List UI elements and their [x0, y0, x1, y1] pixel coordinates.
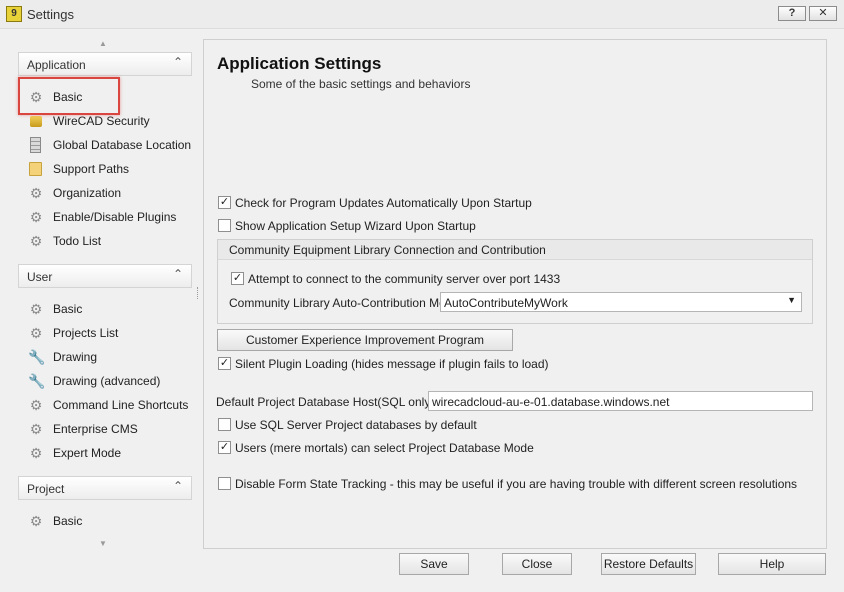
db-host-label: Default Project Database Host(SQL only)	[216, 395, 435, 409]
sidebar-item-command-line-shortcuts[interactable]: ⚙ Command Line Shortcuts	[26, 395, 192, 415]
community-connect-label: Attempt to connect to the community serv…	[248, 272, 561, 286]
disable-form-tracking-checkbox[interactable]	[218, 477, 231, 490]
show-wizard-checkbox[interactable]	[218, 219, 231, 232]
restore-defaults-button[interactable]: Restore Defaults	[601, 553, 696, 575]
sidebar-item-support-paths[interactable]: Support Paths	[26, 159, 192, 179]
group-header-application[interactable]: Application ⌃	[18, 52, 192, 76]
gear-icon: ⚙	[29, 445, 43, 461]
sidebar-item-label: Enterprise CMS	[53, 422, 138, 436]
sidebar-item-label: Basic	[53, 90, 83, 104]
gear-icon: ⚙	[29, 185, 43, 201]
title-bar: 9 Settings ? ✕	[0, 0, 844, 29]
sidebar-item-user-basic[interactable]: ⚙ Basic	[26, 299, 192, 319]
sidebar-item-project-basic[interactable]: ⚙ Basic	[26, 511, 192, 531]
sidebar-item-label: Projects List	[53, 326, 119, 340]
use-sql-checkbox[interactable]	[218, 418, 231, 431]
wrench-icon: 🔧	[28, 373, 46, 389]
sidebar-item-global-database-location[interactable]: Global Database Location	[26, 135, 192, 155]
ceip-button[interactable]: Customer Experience Improvement Program	[217, 329, 513, 351]
sidebar-item-label: Organization	[53, 186, 122, 200]
sidebar-item-label: Basic	[53, 514, 83, 528]
splitter-handle[interactable]	[197, 287, 200, 299]
sidebar-item-label: Support Paths	[53, 162, 130, 176]
chevron-up-icon[interactable]: ⌃	[173, 267, 183, 281]
sidebar-item-label: Basic	[53, 302, 83, 316]
sidebar-item-label: Drawing (advanced)	[53, 374, 161, 388]
sidebar-item-wirecad-security[interactable]: WireCAD Security	[26, 111, 192, 131]
sidebar-item-projects-list[interactable]: ⚙ Projects List	[26, 323, 192, 343]
gear-icon: ⚙	[29, 325, 43, 341]
gear-icon: ⚙	[29, 421, 43, 437]
sidebar-item-label: Enable/Disable Plugins	[53, 210, 177, 224]
lock-icon	[30, 116, 42, 127]
gear-icon: ⚙	[29, 513, 43, 529]
community-connect-checkbox[interactable]: ✓	[231, 272, 244, 285]
db-host-value: wirecadcloud-au-e-01.database.windows.ne…	[432, 395, 670, 409]
sidebar-item-organization[interactable]: ⚙ Organization	[26, 183, 192, 203]
gear-icon: ⚙	[29, 209, 43, 225]
contribution-mode-value: AutoContributeMyWork	[444, 296, 568, 310]
sidebar-item-todo-list[interactable]: ⚙ Todo List	[26, 231, 192, 251]
sidebar-item-drawing-advanced[interactable]: 🔧 Drawing (advanced)	[26, 371, 192, 391]
check-updates-checkbox[interactable]: ✓	[218, 196, 231, 209]
group-label: Project	[27, 482, 65, 496]
close-window-button[interactable]: ✕	[809, 6, 837, 21]
app-icon: 9	[6, 6, 22, 22]
gear-icon: ⚙	[29, 89, 43, 105]
help-button[interactable]: Help	[718, 553, 826, 575]
window-title: Settings	[27, 7, 74, 22]
scroll-down-icon[interactable]: ▼	[98, 540, 108, 548]
users-select-db-mode-label: Users (mere mortals) can select Project …	[235, 441, 534, 455]
gear-icon: ⚙	[29, 397, 43, 413]
community-group-title: Community Equipment Library Connection a…	[229, 243, 546, 257]
close-button[interactable]: Close	[502, 553, 572, 575]
gear-icon: ⚙	[29, 301, 43, 317]
database-icon	[30, 137, 41, 153]
disable-form-tracking-label: Disable Form State Tracking - this may b…	[235, 477, 798, 491]
users-select-db-mode-checkbox[interactable]: ✓	[218, 441, 231, 454]
sidebar-item-enable-disable-plugins[interactable]: ⚙ Enable/Disable Plugins	[26, 207, 192, 227]
db-host-input[interactable]: wirecadcloud-au-e-01.database.windows.ne…	[428, 391, 813, 411]
sidebar-item-label: Drawing	[53, 350, 98, 364]
group-header-project[interactable]: Project ⌃	[18, 476, 192, 500]
help-window-button[interactable]: ?	[778, 6, 806, 21]
settings-panel: Application Settings Some of the basic s…	[203, 39, 827, 549]
community-library-group: Community Equipment Library Connection a…	[217, 239, 813, 324]
group-label: User	[27, 270, 53, 284]
group-header-user[interactable]: User ⌃	[18, 264, 192, 288]
sidebar-item-expert-mode[interactable]: ⚙ Expert Mode	[26, 443, 192, 463]
group-label: Application	[27, 58, 86, 72]
sidebar-item-label: Command Line Shortcuts	[53, 398, 189, 412]
chevron-up-icon[interactable]: ⌃	[173, 55, 183, 69]
contribution-mode-label: Community Library Auto-Contribution Mode	[229, 296, 460, 310]
wrench-icon: 🔧	[28, 349, 46, 365]
dropdown-arrow-icon[interactable]: ▼	[787, 295, 796, 305]
save-button[interactable]: Save	[399, 553, 469, 575]
sidebar-item-label: Global Database Location	[53, 138, 192, 152]
silent-plugin-label: Silent Plugin Loading (hides message if …	[235, 357, 549, 371]
gear-icon: ⚙	[29, 233, 43, 249]
silent-plugin-checkbox[interactable]: ✓	[218, 357, 231, 370]
use-sql-label: Use SQL Server Project databases by defa…	[235, 418, 477, 432]
contribution-mode-select[interactable]: AutoContributeMyWork ▼	[440, 292, 802, 312]
show-wizard-label: Show Application Setup Wizard Upon Start…	[235, 219, 476, 233]
community-group-header: Community Equipment Library Connection a…	[218, 240, 812, 260]
check-updates-label: Check for Program Updates Automatically …	[235, 196, 532, 210]
sidebar-item-label: Todo List	[53, 234, 102, 248]
sidebar-item-drawing[interactable]: 🔧 Drawing	[26, 347, 192, 367]
chevron-up-icon[interactable]: ⌃	[173, 479, 183, 493]
scroll-up-icon[interactable]: ▲	[98, 40, 108, 48]
page-title: Application Settings	[217, 54, 382, 73]
sidebar-item-enterprise-cms[interactable]: ⚙ Enterprise CMS	[26, 419, 192, 439]
folder-icon	[29, 162, 42, 176]
settings-navigation: ▲ Application ⌃ ⚙ Basic WireCAD Security…	[18, 38, 192, 548]
sidebar-item-label: Expert Mode	[53, 446, 122, 460]
sidebar-item-label: WireCAD Security	[53, 114, 150, 128]
sidebar-item-application-basic[interactable]: ⚙ Basic	[26, 87, 192, 107]
page-subtitle: Some of the basic settings and behaviors	[251, 77, 471, 91]
